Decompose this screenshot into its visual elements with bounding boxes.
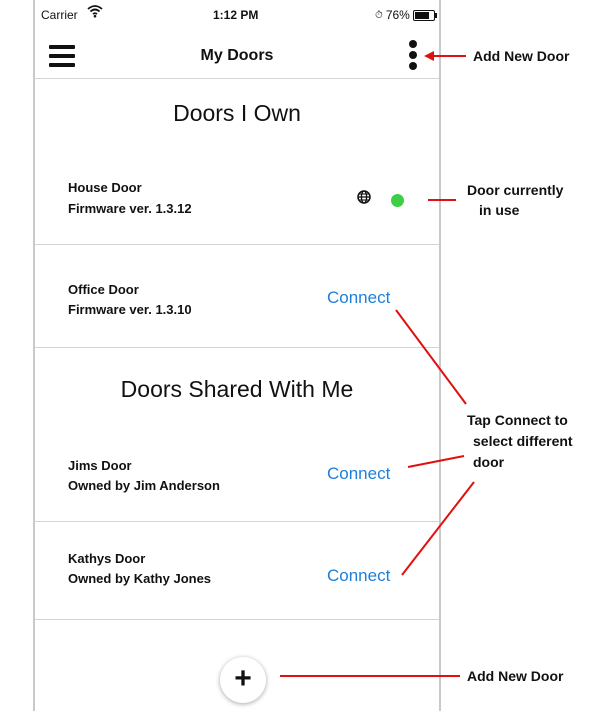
annotation-arrowhead (424, 51, 434, 61)
annotation-tap-connect-1: Tap Connect to (467, 412, 568, 428)
annotation-lines (280, 51, 475, 677)
annotation-tap-connect-3: door (473, 454, 505, 470)
annotation-door-in-use-2: in use (479, 202, 520, 218)
annotation-add-new-door-bottom: Add New Door (467, 668, 564, 684)
annotation-line-connect-jims (407, 455, 465, 468)
annotation-line-connect-kathys (401, 481, 475, 576)
annotation-door-in-use-1: Door currently (467, 182, 564, 198)
annotation-line-connect-office (395, 309, 467, 405)
annotation-tap-connect-2: select different (473, 433, 573, 449)
annotation-add-new-door-top: Add New Door (473, 48, 570, 64)
